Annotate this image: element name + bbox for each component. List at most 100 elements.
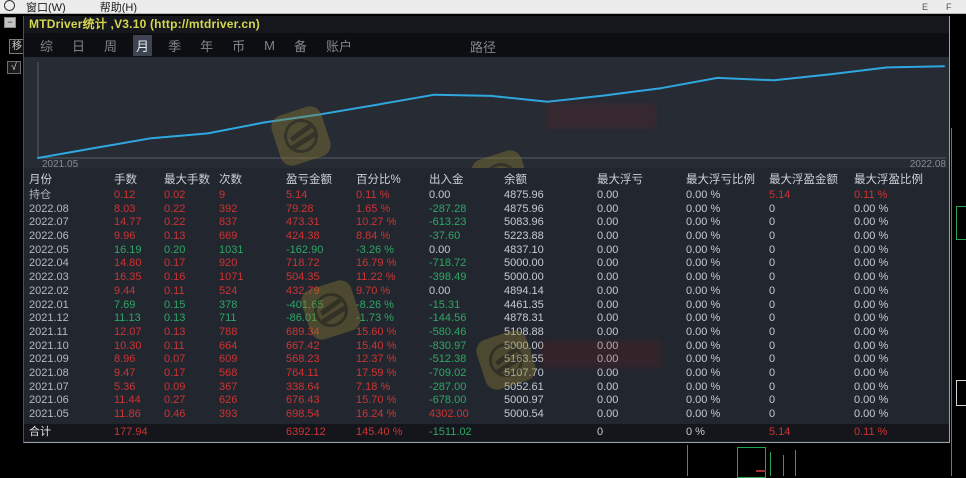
header-cell: 盈亏金额 (286, 172, 356, 189)
table-cell: 8.03 (114, 203, 164, 217)
table-cell: 0 (769, 367, 854, 381)
table-cell: 764.11 (286, 367, 356, 381)
table-cell: 0 (769, 216, 854, 230)
table-cell: 0.17 (164, 257, 219, 271)
table-cell: 568.23 (286, 353, 356, 367)
table-cell: 0 (769, 326, 854, 340)
table-cell: 16.19 (114, 244, 164, 258)
table-cell: 0.00 (597, 271, 686, 285)
header-cell: 月份 (29, 172, 114, 189)
table-cell: 14.77 (114, 216, 164, 230)
table-cell: 0 (769, 394, 854, 408)
table-cell: 0.00 % (686, 312, 769, 326)
tab-备[interactable]: 备 (291, 35, 310, 56)
minimize-button[interactable]: − (4, 17, 16, 28)
table-cell (219, 424, 286, 441)
table-cell: 4875.96 (504, 203, 597, 217)
stats-table: 月份手数最大手数次数盈亏金额百分比%出入金余额最大浮亏最大浮亏比例最大浮盈金额最… (24, 168, 949, 442)
table-cell: 16.24 % (356, 408, 429, 422)
table-cell: -678.00 (429, 394, 504, 408)
chart-area: 2021.05 2022.08 (24, 57, 949, 168)
tab-日[interactable]: 日 (69, 35, 88, 56)
table-cell: 0.22 (164, 216, 219, 230)
table-cell: 0.16 (164, 271, 219, 285)
table-cell: 0 (597, 424, 686, 441)
table-cell: 676.43 (286, 394, 356, 408)
table-cell: 9.47 (114, 367, 164, 381)
table-cell: 0.00 (597, 381, 686, 395)
table-row: 2021.1211.130.13711-86.01-1.73 %-144.564… (24, 312, 949, 326)
tab-季[interactable]: 季 (165, 35, 184, 56)
row-label: 2021.07 (29, 381, 114, 395)
x-axis-label-left: 2021.05 (42, 159, 79, 168)
table-cell: 0.00 % (686, 340, 769, 354)
table-row: 2022.029.440.11524432.799.70 %0.004894.1… (24, 285, 949, 299)
table-cell: 378 (219, 299, 286, 313)
table-cell: 8.96 (114, 353, 164, 367)
table-cell: 7.18 % (356, 381, 429, 395)
table-cell: 5.36 (114, 381, 164, 395)
tab-月[interactable]: 月 (133, 35, 152, 56)
table-cell: 0.00 (597, 312, 686, 326)
x-axis-label-right: 2022.08 (910, 159, 947, 168)
row-label: 2022.01 (29, 299, 114, 313)
table-row: 2022.0714.770.22837473.3110.27 %-613.235… (24, 216, 949, 230)
table-cell: 0 (769, 230, 854, 244)
table-cell: 5000.00 (504, 271, 597, 285)
table-cell: 0.00 % (686, 381, 769, 395)
table-cell: 0.00 % (686, 367, 769, 381)
menubar: 窗口(W)帮助(H) E F (0, 0, 966, 14)
tab-path[interactable]: 路径 (467, 36, 499, 57)
balance-line (38, 66, 944, 158)
menu-system-icon[interactable] (4, 0, 15, 11)
table-cell: 1.65 % (356, 203, 429, 217)
table-cell: 15.70 % (356, 394, 429, 408)
menu-item[interactable]: 帮助(H) (100, 0, 137, 14)
table-cell: 0 % (686, 424, 769, 441)
table-cell: 4461.35 (504, 299, 597, 313)
table-row: 2021.089.470.17568764.1117.59 %-709.0251… (24, 367, 949, 381)
tab-年[interactable]: 年 (197, 35, 216, 56)
table-cell: 0.00 % (854, 203, 949, 217)
menu-item[interactable]: 窗口(W) (26, 0, 66, 14)
check-button[interactable]: √ (7, 61, 21, 74)
table-row: 2021.1112.070.13788689.3415.60 %-580.465… (24, 326, 949, 340)
table-cell: -401.65 (286, 299, 356, 313)
table-cell: 0.11 (164, 285, 219, 299)
table-cell: 11.13 (114, 312, 164, 326)
table-cell: 5108.88 (504, 326, 597, 340)
header-cell: 次数 (219, 172, 286, 189)
table-cell: 367 (219, 381, 286, 395)
table-cell: 504.35 (286, 271, 356, 285)
table-cell: -162.90 (286, 244, 356, 258)
table-cell: 0.00 % (686, 326, 769, 340)
table-cell: 0.46 (164, 408, 219, 422)
table-cell: 626 (219, 394, 286, 408)
row-label: 2021.10 (29, 340, 114, 354)
tab-M[interactable]: M (261, 37, 278, 54)
table-cell: 4837.10 (504, 244, 597, 258)
table-cell: 5000.00 (504, 257, 597, 271)
background-candle-wick (770, 452, 771, 476)
table-cell: 0.00 % (854, 340, 949, 354)
table-cell: 0 (769, 271, 854, 285)
table-row: 2022.069.960.13669424.388.84 %-37.605223… (24, 230, 949, 244)
table-cell: 5163.55 (504, 353, 597, 367)
table-cell: 0.00 (597, 408, 686, 422)
table-cell: 0.00 (429, 189, 504, 203)
table-cell: 0.00 % (686, 203, 769, 217)
table-cell: 0.00 % (686, 216, 769, 230)
table-cell: 0 (769, 299, 854, 313)
row-label: 2022.03 (29, 271, 114, 285)
table-cell: 667.42 (286, 340, 356, 354)
table-cell: 0.17 (164, 367, 219, 381)
tab-账户[interactable]: 账户 (323, 35, 355, 56)
tab-币[interactable]: 币 (229, 35, 248, 56)
background-candle-wick (795, 450, 796, 476)
table-cell: 0.00 % (854, 326, 949, 340)
tab-周[interactable]: 周 (101, 35, 120, 56)
table-cell: 16.35 (114, 271, 164, 285)
table-cell: 5.14 (286, 189, 356, 203)
row-label: 2021.08 (29, 367, 114, 381)
tab-综[interactable]: 综 (37, 35, 56, 56)
